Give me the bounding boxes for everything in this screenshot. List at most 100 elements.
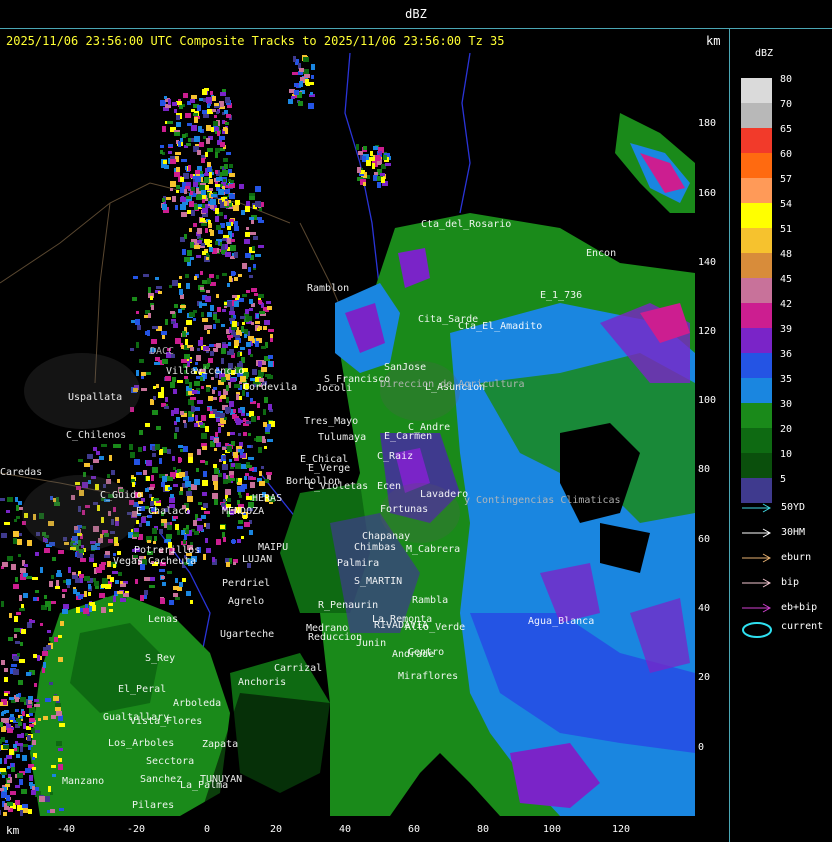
echo-pixel [186, 196, 191, 199]
place-label: C_Chilenos [66, 430, 127, 441]
echo-pixel [190, 600, 193, 604]
echo-pixel [244, 476, 247, 480]
echo-pixel [0, 810, 1, 815]
echo-pixel [167, 449, 171, 454]
place-label: Cacheuta [148, 556, 197, 567]
echo-pixel [19, 608, 25, 611]
echo-pixel [161, 519, 167, 523]
echo-pixel [204, 511, 210, 514]
echo-pixel [237, 482, 242, 485]
echo-pixel [207, 330, 210, 334]
echo-pixel [267, 439, 273, 442]
echo-pixel [50, 792, 53, 795]
echo-pixel [32, 757, 35, 760]
echo-pixel [96, 451, 100, 455]
echo-pixel [129, 444, 133, 450]
echo-pixel [211, 194, 217, 197]
echo-pixel [202, 480, 208, 486]
echo-pixel [8, 637, 13, 641]
echo-pixel [158, 392, 164, 398]
echo-pixel [268, 404, 272, 410]
place-label: C_Violetas [308, 481, 369, 492]
echo-pixel [58, 764, 63, 770]
echo-pixel [144, 315, 148, 318]
echo-pixel [222, 344, 228, 348]
echo-pixel [216, 275, 219, 279]
echo-pixel [96, 567, 102, 573]
place-label: E_Verge [308, 463, 351, 474]
echo-pixel [248, 267, 251, 272]
echo-pixel [173, 484, 178, 487]
echo-pixel [224, 164, 228, 169]
echo-pixel [43, 716, 48, 720]
echo-pixel [227, 335, 233, 338]
echo-pixel [32, 740, 36, 745]
echo-pixel [238, 274, 242, 277]
place-label: Jocoli [316, 383, 353, 394]
echo-pixel [181, 159, 187, 162]
echo-pixel [155, 277, 159, 280]
echo-pixel [311, 64, 315, 70]
echo-pixel [249, 275, 253, 278]
legend-swatch [741, 178, 772, 203]
echo-pixel [190, 397, 196, 400]
echo-pixel [140, 595, 144, 601]
echo-pixel [56, 741, 62, 746]
echo-pixel [177, 380, 183, 383]
echo-pixel [161, 482, 165, 487]
echo-pixel [183, 446, 188, 452]
echo-pixel [58, 657, 63, 662]
echo-pixel [170, 472, 174, 475]
echo-pixel [194, 136, 200, 142]
echo-pixel [161, 331, 167, 335]
echo-pixel [179, 472, 185, 477]
echo-pixel [185, 113, 191, 118]
echo-pixel [88, 592, 91, 596]
echo-pixel [206, 125, 211, 131]
legend-level-label: 10 [780, 449, 793, 460]
echo-pixel [113, 444, 117, 448]
echo-pixel [9, 613, 12, 618]
echo-pixel [194, 117, 198, 123]
echo-pixel [245, 253, 251, 258]
top-title-bar: dBZ [0, 0, 832, 29]
echo-pixel [144, 577, 150, 581]
echo-pixel [228, 179, 231, 182]
echo-pixel [245, 309, 249, 314]
echo-pixel [184, 257, 190, 262]
echo-pixel [202, 318, 208, 322]
place-label: S_Rey [145, 653, 176, 664]
echo-pixel [200, 271, 203, 275]
echo-pixel [178, 309, 182, 313]
echo-pixel [165, 539, 171, 542]
x-tick-label: -20 [126, 824, 146, 835]
echo-pixel [89, 602, 95, 605]
echo-pixel [4, 718, 9, 723]
echo-pixel [20, 746, 23, 752]
legend-swatch [741, 103, 772, 128]
echo-pixel [201, 155, 205, 158]
echo-pixel [184, 423, 187, 428]
echo-pixel [167, 121, 173, 124]
echo-pixel [1, 601, 4, 607]
echo-pixel [0, 745, 1, 751]
echo-pixel [245, 473, 249, 476]
track-legend-label: current [781, 621, 824, 632]
echo-pixel [172, 102, 177, 106]
echo-pixel [149, 585, 155, 588]
echo-pixel [216, 177, 222, 181]
echo-pixel [206, 523, 210, 529]
echo-pixel [225, 252, 231, 257]
echo-pixel [26, 672, 31, 676]
echo-pixel [245, 232, 250, 237]
echo-pixel [259, 311, 265, 314]
echo-pixel [63, 604, 69, 609]
x-tick-label: 0 [203, 824, 211, 835]
echo-pixel [209, 229, 212, 232]
echo-pixel [201, 515, 206, 519]
echo-pixel [222, 273, 227, 276]
echo-pixel [195, 362, 198, 365]
echo-pixel [308, 103, 314, 109]
echo-pixel [226, 152, 231, 155]
echo-pixel [266, 472, 272, 475]
